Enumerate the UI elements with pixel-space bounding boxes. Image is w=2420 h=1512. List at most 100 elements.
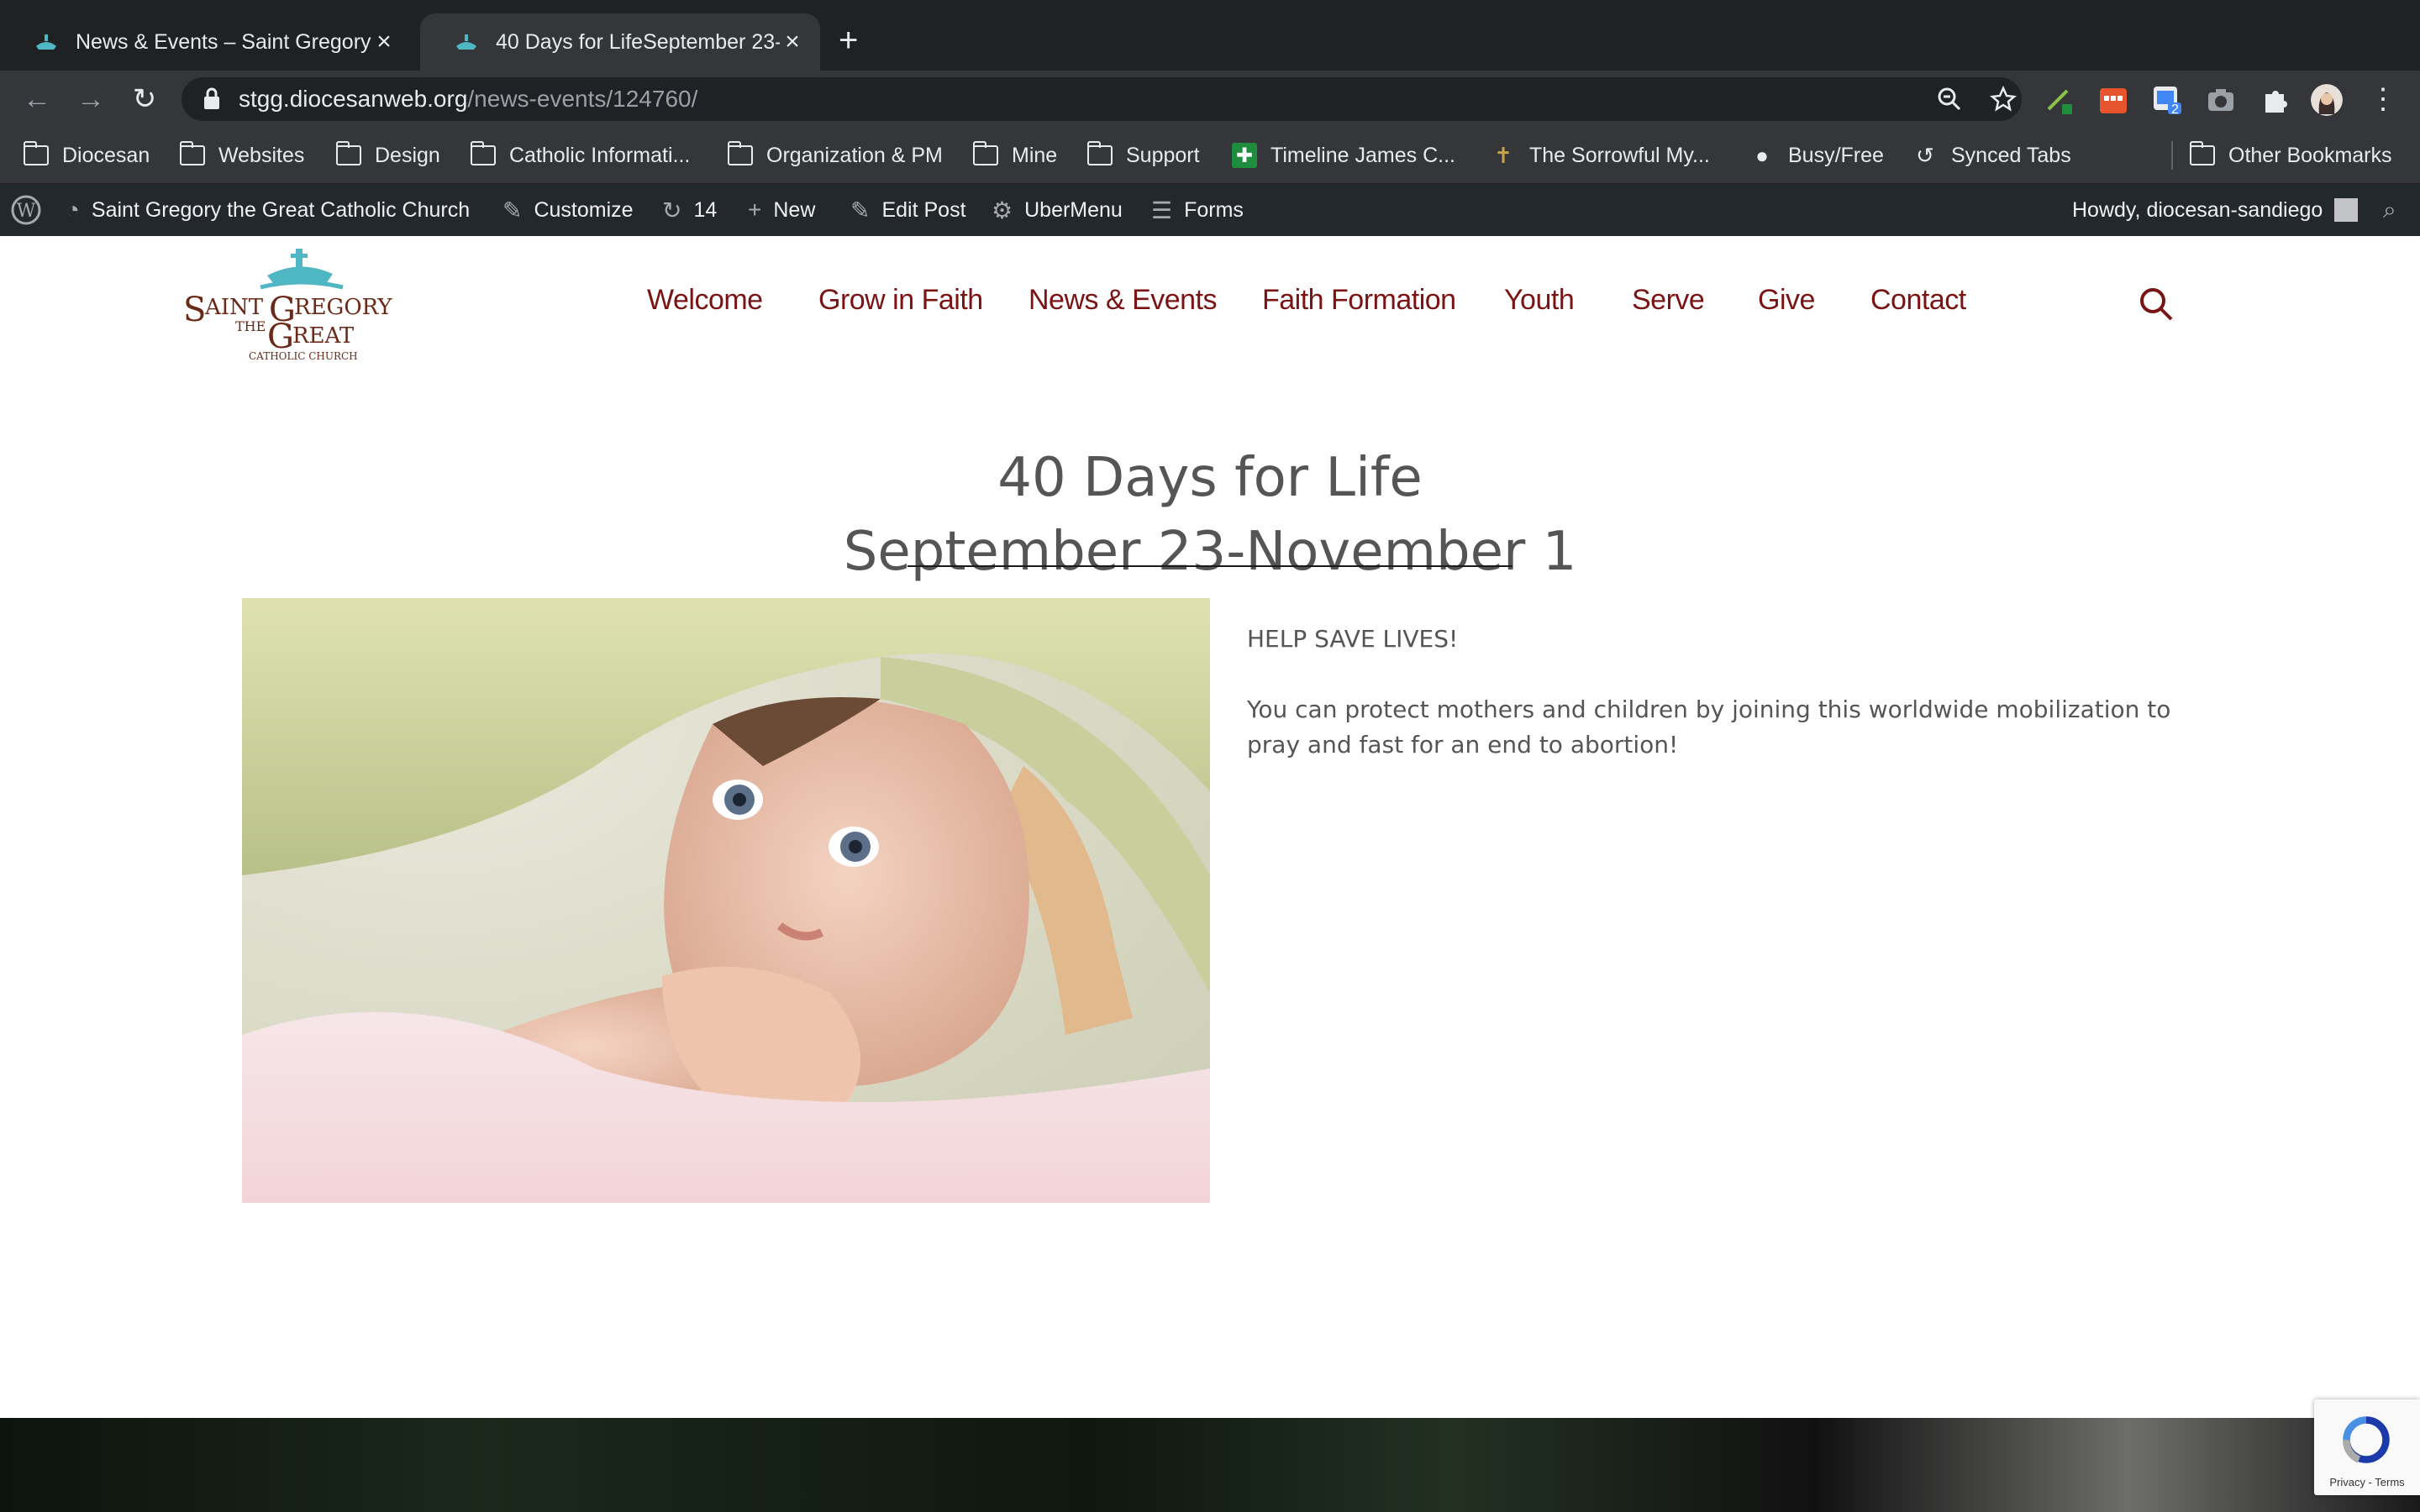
admin-howdy-label: Howdy, diocesan-sandiego (2072, 197, 2323, 222)
post-paragraph: You can protect mothers and children by … (1247, 696, 2171, 759)
camera-extension-icon[interactable] (2205, 84, 2237, 116)
extension-badge: 2 (2171, 102, 2179, 117)
svg-text:W: W (17, 201, 36, 222)
profile-avatar[interactable] (2311, 84, 2343, 116)
url-text: stgg.diocesanweb.org/news-events/124760/ (239, 86, 697, 113)
bookmark-label: Catholic Informati... (509, 143, 691, 167)
rosary-icon: ✝ (1494, 142, 1512, 168)
admin-forms[interactable]: ☰ Forms (1151, 184, 1244, 236)
admin-search-icon[interactable]: ⌕ (2383, 184, 2396, 236)
back-arrow-icon[interactable]: ← (20, 82, 54, 116)
brush-icon: ✎ (502, 197, 523, 223)
post-paragraph: HELP SAVE LIVES! (1247, 625, 1459, 653)
nav-serve[interactable]: Serve (1632, 284, 1705, 317)
bookmark-label: Busy/Free (1788, 143, 1884, 167)
tab-title: 40 Days for LifeSeptember 23- (496, 29, 780, 54)
dashboard-icon: ◔ (66, 197, 80, 223)
site-favicon-icon (36, 34, 56, 50)
forward-arrow-icon[interactable]: → (74, 82, 108, 116)
folder-icon (1087, 141, 1113, 165)
history-icon: ↺ (1916, 142, 1934, 168)
bookmark-item[interactable]: Catholic Informati... (471, 139, 690, 171)
lock-icon (204, 87, 219, 109)
church-logo[interactable]: S AINT G REGORY THE G REAT CATHOLIC CHUR… (183, 244, 418, 361)
nav-contact[interactable]: Contact (1870, 284, 1966, 317)
bookmark-item[interactable]: Support (1087, 139, 1200, 171)
admin-account[interactable]: Howdy, diocesan-sandiego (2072, 184, 2359, 236)
bookmarks-divider (2171, 141, 2173, 170)
nav-welcome[interactable]: Welcome (647, 284, 763, 317)
site-favicon-icon (456, 34, 476, 50)
bookmark-item[interactable]: ✚ Timeline James C... (1232, 139, 1455, 171)
admin-updates[interactable]: ↻ 14 (662, 184, 717, 236)
close-icon[interactable]: × (780, 28, 805, 56)
folder-icon (728, 141, 753, 165)
globe-icon: ● (1755, 142, 1769, 168)
bookmark-item[interactable]: Mine (973, 139, 1057, 171)
bookmark-item[interactable]: Websites (180, 139, 304, 171)
bookmark-item[interactable]: Diocesan (24, 139, 150, 171)
nav-give[interactable]: Give (1758, 284, 1815, 317)
wordpress-logo-icon[interactable]: W (10, 184, 42, 236)
updates-icon: ↻ (662, 197, 682, 223)
bookmark-label: Diocesan (62, 143, 150, 167)
zoom-icon[interactable] (1936, 86, 1963, 113)
bookmark-item[interactable]: ✝ The Sorrowful My... (1491, 139, 1710, 171)
admin-customize[interactable]: ✎ Customize (502, 184, 634, 236)
address-bar[interactable]: stgg.diocesanweb.org/news-events/124760/ (182, 77, 2022, 121)
bookmark-label: Design (375, 143, 440, 167)
new-tab-plus-icon[interactable]: + (839, 24, 858, 57)
user-avatar (2334, 198, 2359, 222)
svg-text:REAT: REAT (292, 323, 355, 349)
footer-background-image (0, 1418, 2420, 1512)
browser-tab[interactable]: News & Events – Saint Gregory × (0, 13, 412, 71)
gears-icon: ⚙ (992, 197, 1013, 223)
folder-icon (471, 141, 496, 165)
bookmark-item[interactable]: Organization & PM (728, 139, 943, 171)
pen-extension-icon[interactable] (2044, 84, 2075, 116)
nav-news-events[interactable]: News & Events (1028, 284, 1218, 317)
admin-updates-count: 14 (693, 197, 718, 222)
admin-ubermenu[interactable]: ⚙ UberMenu (992, 184, 1123, 236)
reload-icon[interactable]: ↻ (128, 82, 161, 116)
kebab-menu-icon[interactable]: ⋮ (2366, 82, 2400, 116)
site-search-icon[interactable] (2138, 286, 2175, 323)
calendar-extension-icon[interactable] (2097, 84, 2129, 116)
folder-icon (973, 141, 998, 165)
bookmark-label: Support (1126, 143, 1200, 167)
admin-forms-label: Forms (1184, 197, 1244, 222)
page-title-line1: 40 Days for Life (997, 446, 1423, 509)
forms-icon: ☰ (1151, 197, 1173, 223)
admin-new-label: New (773, 197, 816, 222)
admin-customize-label: Customize (534, 197, 634, 222)
close-icon[interactable]: × (371, 28, 397, 56)
url-domain: stgg.diocesanweb.org (239, 86, 468, 112)
bookmark-item[interactable]: ↺ Synced Tabs (1912, 139, 2071, 171)
nav-faith-formation[interactable]: Faith Formation (1262, 284, 1456, 317)
folder-icon (24, 141, 49, 165)
bookmark-item[interactable]: ● Busy/Free (1749, 139, 1884, 171)
admin-site-name[interactable]: ◔ Saint Gregory the Great Catholic Church (66, 184, 470, 236)
page-title-line2: September 23-November 1 (843, 520, 1577, 583)
pencil-icon: ✎ (850, 197, 871, 223)
svg-text:CATHOLIC CHURCH: CATHOLIC CHURCH (249, 350, 358, 361)
tab-title: News & Events – Saint Gregory (76, 29, 371, 54)
admin-edit-post[interactable]: ✎ Edit Post (850, 184, 966, 236)
other-bookmarks[interactable]: Other Bookmarks (2190, 139, 2392, 171)
bookmark-item[interactable]: Design (336, 139, 440, 171)
browser-tab-active[interactable]: 40 Days for LifeSeptember 23- × (420, 13, 820, 71)
nav-youth[interactable]: Youth (1504, 284, 1575, 317)
bookmark-label: Organization & PM (766, 143, 943, 167)
nav-grow-in-faith[interactable]: Grow in Faith (818, 284, 983, 317)
recaptcha-links[interactable]: Privacy - Terms (2314, 1476, 2420, 1488)
svg-text:THE: THE (235, 318, 266, 334)
admin-new[interactable]: + New (748, 184, 815, 236)
browser-toolbar: ← → ↻ stgg.diocesanweb.org/news-events/1… (0, 71, 2420, 128)
folder-icon (180, 141, 205, 165)
browser-tab-strip: News & Events – Saint Gregory × 40 Days … (0, 0, 2420, 71)
puzzle-extensions-icon[interactable] (2259, 84, 2291, 116)
svg-text:REGORY: REGORY (294, 295, 392, 320)
folder-icon (2190, 141, 2215, 165)
recaptcha-badge[interactable]: Privacy - Terms (2314, 1399, 2420, 1495)
bookmark-star-icon[interactable] (1990, 86, 2017, 113)
